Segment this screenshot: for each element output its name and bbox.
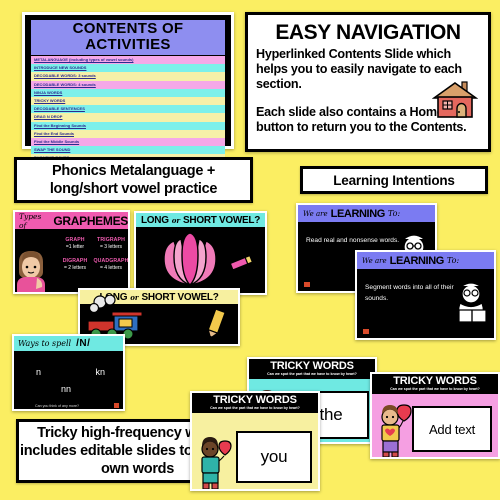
grapheme-definition: TRIGRAPH = 3 letters bbox=[93, 237, 128, 250]
grapheme-definition: DIGRAPH = 2 letters bbox=[57, 258, 93, 271]
contents-row[interactable]: Find the End Sounds bbox=[31, 129, 225, 138]
home-icon[interactable] bbox=[363, 329, 369, 334]
child-with-heart-balloon-icon bbox=[201, 437, 232, 489]
learning-intention-script-word-1: We are bbox=[303, 209, 328, 218]
graphemes-header: Types of GRAPHEMES bbox=[15, 211, 128, 230]
ways-to-spell-slide[interactable]: Ways to spell /N/ n kn nn Can you think … bbox=[12, 334, 125, 411]
eraser-icon bbox=[230, 255, 254, 271]
contents-row[interactable]: NINJA WORDS bbox=[31, 88, 225, 97]
graphemes-slide[interactable]: Types of GRAPHEMES GRAPH =1 letter TRIGRAP… bbox=[13, 210, 130, 294]
vowel-word-long-1: LONG bbox=[141, 214, 169, 226]
vowel-word-short-2: SHORT VOWEL? bbox=[141, 291, 219, 303]
contents-row[interactable]: Find the Middle Sounds bbox=[31, 137, 225, 147]
graphemes-heading: GRAPHEMES bbox=[53, 213, 128, 228]
contents-row[interactable]: DRAG N DROP bbox=[31, 113, 225, 122]
tricky-word-box-3[interactable]: Add text bbox=[412, 406, 492, 452]
spelling-option-3: nn bbox=[61, 384, 72, 394]
caption-phonics-metalanguage: Phonics Metalanguage + long/short vowel … bbox=[14, 157, 253, 203]
contents-row[interactable]: DECODABLE WORDS: 3 sounds bbox=[31, 72, 225, 81]
contents-row[interactable]: TRICKY WORDS bbox=[31, 96, 225, 106]
grapheme-term: QUADGRAPH bbox=[93, 258, 129, 264]
long-short-vowel-slide-1[interactable]: LONG or SHORT VOWEL? bbox=[134, 211, 267, 295]
shell-icon bbox=[163, 232, 217, 287]
tricky-word-3: Add text bbox=[428, 421, 476, 437]
grapheme-definition: QUADGRAPH = 4 letters bbox=[93, 258, 129, 271]
tricky-words-subtitle-1: Can we spot the part that we have to kno… bbox=[267, 372, 357, 376]
contents-title: CONTENTS OF ACTIVITIES bbox=[31, 20, 225, 55]
tricky-words-title-1: TRICKY WORDS bbox=[270, 360, 354, 372]
ways-to-spell-phoneme: /N/ bbox=[76, 338, 91, 349]
vowel-connector-1: or bbox=[171, 215, 181, 225]
contents-row[interactable]: DECODABLE WORDS: 4 sounds bbox=[31, 80, 225, 89]
contents-row[interactable]: INTRODUCE NEW SOUNDS bbox=[31, 64, 225, 73]
contents-slide[interactable]: CONTENTS OF ACTIVITIES METALANGUAGE (inc… bbox=[22, 12, 234, 179]
ways-to-spell-script-word: Ways to spell bbox=[18, 339, 72, 348]
tricky-words-title-3: TRICKY WORDS bbox=[393, 375, 477, 387]
ways-to-spell-body: n kn nn Can you think of any more? bbox=[14, 351, 123, 409]
ways-to-spell-header: Ways to spell /N/ bbox=[14, 336, 123, 351]
easy-navigation-heading: EASY NAVIGATION bbox=[275, 21, 461, 44]
tricky-words-title-2: TRICKY WORDS bbox=[213, 394, 297, 406]
tricky-words-slide-3[interactable]: TRICKY WORDS Can we spot the part that w… bbox=[370, 372, 500, 459]
vowel-word-short-1: SHORT VOWEL? bbox=[183, 214, 260, 226]
learning-intention-slide-2[interactable]: We are LEARNING To: Segment words into a… bbox=[355, 250, 496, 340]
learning-intention-tail-word-1: To: bbox=[387, 209, 401, 218]
tricky-words-body-3: Add text bbox=[372, 394, 498, 457]
learning-intention-big-word-2: LEARNING bbox=[389, 254, 445, 267]
girl-thinking-icon bbox=[17, 251, 45, 292]
tricky-words-header-2: TRICKY WORDS Can we spot the part that w… bbox=[192, 393, 318, 413]
grapheme-value: = 3 letters bbox=[99, 244, 123, 250]
learning-intention-header-2: We are LEARNING To: bbox=[357, 252, 494, 269]
learning-intention-header-1: We are LEARNING To: bbox=[298, 205, 435, 222]
tricky-word-2: you bbox=[260, 447, 288, 466]
learning-intention-tail-word-2: To: bbox=[446, 256, 460, 265]
tricky-words-header-1: TRICKY WORDS Can we spot the part that w… bbox=[249, 359, 375, 379]
tricky-words-slide-2[interactable]: TRICKY WORDS Can we spot the part that w… bbox=[190, 391, 320, 491]
contents-row[interactable]: METALANGUAGE (including types of vowel s… bbox=[31, 56, 225, 65]
graphemes-body: GRAPH =1 letter TRIGRAPH = 3 letters DIGRAPH… bbox=[15, 229, 129, 292]
grapheme-definition: GRAPH =1 letter bbox=[57, 237, 93, 250]
caption-learning-intentions: Learning Intentions bbox=[300, 166, 488, 194]
graphemes-script-word: Types of bbox=[19, 211, 42, 230]
tricky-words-subtitle-3: Can we spot the part that we have to kno… bbox=[390, 387, 480, 391]
grapheme-value: =1 letter bbox=[65, 244, 85, 250]
tricky-words-header-3: TRICKY WORDS Can we spot the part that w… bbox=[372, 374, 498, 394]
contents-row[interactable]: DECODABLE SENTENCES bbox=[31, 105, 225, 114]
tricky-words-subtitle-2: Can we spot the part that we have to kno… bbox=[210, 406, 300, 410]
preview-collage: CONTENTS OF ACTIVITIES METALANGUAGE (inc… bbox=[0, 0, 500, 500]
spelling-option-1: n bbox=[36, 367, 42, 377]
home-icon[interactable] bbox=[304, 282, 310, 287]
grapheme-value: = 2 letters bbox=[63, 265, 87, 271]
grapheme-term: TRIGRAPH bbox=[97, 237, 125, 243]
ways-to-spell-prompt: Can you think of any more? bbox=[35, 404, 79, 408]
pencil-icon bbox=[207, 308, 226, 340]
long-short-vowel-header-1: LONG or SHORT VOWEL? bbox=[136, 213, 265, 227]
contents-row[interactable]: Find the Beginning Sounds bbox=[31, 121, 225, 130]
easy-navigation-slide[interactable]: EASY NAVIGATION Hyperlinked Contents Sli… bbox=[245, 12, 491, 152]
grapheme-term: DIGRAPH bbox=[62, 258, 88, 264]
tricky-word-box-2[interactable]: you bbox=[236, 431, 312, 483]
tricky-words-body-2: you bbox=[192, 413, 318, 489]
grapheme-term: GRAPH bbox=[65, 237, 85, 243]
grapheme-value: = 4 letters bbox=[99, 265, 123, 271]
contents-row[interactable]: SWAP THE SOUND bbox=[31, 146, 225, 155]
learning-intention-big-word-1: LEARNING bbox=[330, 207, 386, 220]
house-icon bbox=[432, 81, 478, 118]
learning-intention-script-word-2: We are bbox=[362, 256, 387, 265]
tricky-word-1: the bbox=[319, 405, 343, 424]
reader-icon bbox=[457, 282, 487, 322]
home-icon[interactable] bbox=[114, 403, 119, 408]
child-with-heart-balloon-icon bbox=[381, 404, 412, 457]
spelling-option-2: kn bbox=[95, 367, 105, 377]
graphemes-definition-grid: GRAPH =1 letter TRIGRAPH = 3 letters DIGRAPH… bbox=[57, 237, 129, 279]
long-short-vowel-body-1 bbox=[136, 227, 265, 293]
